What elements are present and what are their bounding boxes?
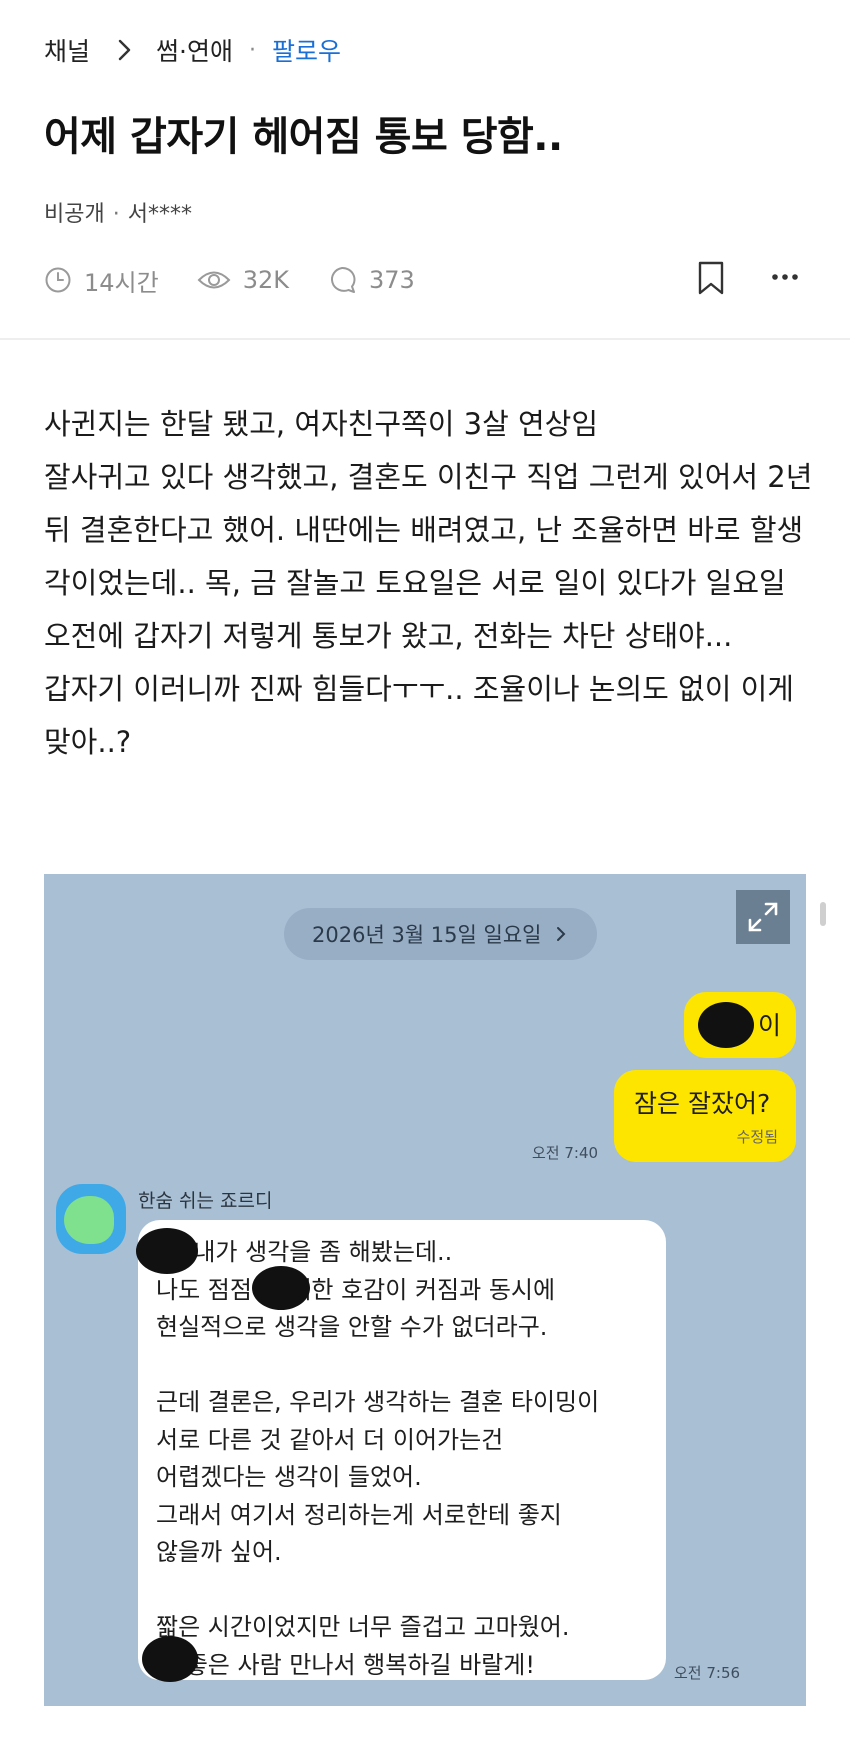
message-time: 오전 7:56 bbox=[674, 1664, 741, 1682]
breadcrumb: 채널 썸·연애 · 팔로우 bbox=[44, 32, 341, 68]
post-title: 어제 갑자기 헤어짐 통보 당함.. bbox=[44, 114, 563, 160]
more-icon[interactable] bbox=[770, 262, 800, 292]
chevron-right-icon bbox=[557, 927, 566, 941]
view-count: 32K bbox=[242, 266, 289, 294]
author-separator: · bbox=[112, 202, 120, 227]
bookmark-icon[interactable] bbox=[696, 260, 726, 296]
my-message: 잠은 잘잤어? 수정됨 bbox=[614, 1070, 796, 1162]
message-time: 오전 7:40 bbox=[532, 1144, 599, 1162]
their-message-text: 야, 내가 생각을 좀 해봤는데.. 나도 점점 에 대한 호감이 커짐과 동시… bbox=[156, 1238, 600, 1679]
breadcrumb-channel[interactable]: 채널 bbox=[44, 32, 90, 68]
sender-name: 한숨 쉬는 죠르디 bbox=[138, 1190, 273, 1212]
eye-icon bbox=[197, 271, 231, 289]
my-message-text: 이 bbox=[758, 1011, 782, 1040]
avatar bbox=[56, 1184, 126, 1254]
meta-comments[interactable]: 373 bbox=[327, 265, 415, 295]
redaction-mark bbox=[136, 1228, 198, 1274]
chat-screenshot[interactable]: 2026년 3월 15일 일요일 이 잠은 잘잤어? 수정됨 오전 7:40 한… bbox=[44, 874, 806, 1706]
meta-time: 14시간 bbox=[44, 263, 159, 298]
post-body: 사귄지는 한달 됐고, 여자친구쪽이 3살 연상임 잘사귀고 있다 생각했고, … bbox=[44, 398, 814, 769]
expand-button[interactable] bbox=[736, 890, 790, 944]
date-pill[interactable]: 2026년 3월 15일 일요일 bbox=[284, 908, 598, 960]
time-ago: 14시간 bbox=[84, 268, 159, 297]
their-message: 야, 내가 생각을 좀 해봤는데.. 나도 점점 에 대한 호감이 커짐과 동시… bbox=[136, 1220, 666, 1682]
comment-icon bbox=[330, 266, 356, 293]
post-meta: 14시간 32K 373 bbox=[44, 262, 453, 298]
body-paragraph: 갑자기 이러니까 진짜 힘들다ㅜㅜ.. 조율이나 논의도 없이 이게 맞아..? bbox=[44, 672, 794, 759]
comment-count: 373 bbox=[368, 266, 415, 294]
follow-button[interactable]: 팔로우 bbox=[272, 32, 341, 68]
chevron-right-icon bbox=[118, 39, 131, 61]
body-paragraph: 사귄지는 한달 됐고, 여자친구쪽이 3살 연상임 잘사귀고 있다 생각했고, … bbox=[44, 407, 813, 653]
clock-icon bbox=[45, 267, 71, 293]
chat-date: 2026년 3월 15일 일요일 bbox=[312, 923, 542, 947]
meta-views: 32K bbox=[197, 266, 289, 294]
scroll-indicator[interactable] bbox=[820, 902, 826, 926]
dinosaur-icon bbox=[64, 1196, 114, 1244]
redaction-mark bbox=[698, 1002, 754, 1048]
breadcrumb-category[interactable]: 썸·연애 bbox=[156, 32, 233, 68]
breadcrumb-dot: · bbox=[248, 37, 256, 63]
expand-icon bbox=[748, 902, 778, 932]
visibility-label: 비공개 bbox=[44, 202, 105, 227]
redaction-mark bbox=[142, 1636, 198, 1682]
my-message-text: 잠은 잘잤어? bbox=[634, 1089, 771, 1118]
redaction-mark bbox=[252, 1266, 310, 1310]
my-message: 이 bbox=[684, 992, 796, 1058]
author-name[interactable]: 서**** bbox=[128, 202, 192, 227]
author-line: 비공개 · 서**** bbox=[44, 196, 192, 228]
divider bbox=[0, 338, 850, 340]
edited-label: 수정됨 bbox=[736, 1128, 778, 1146]
